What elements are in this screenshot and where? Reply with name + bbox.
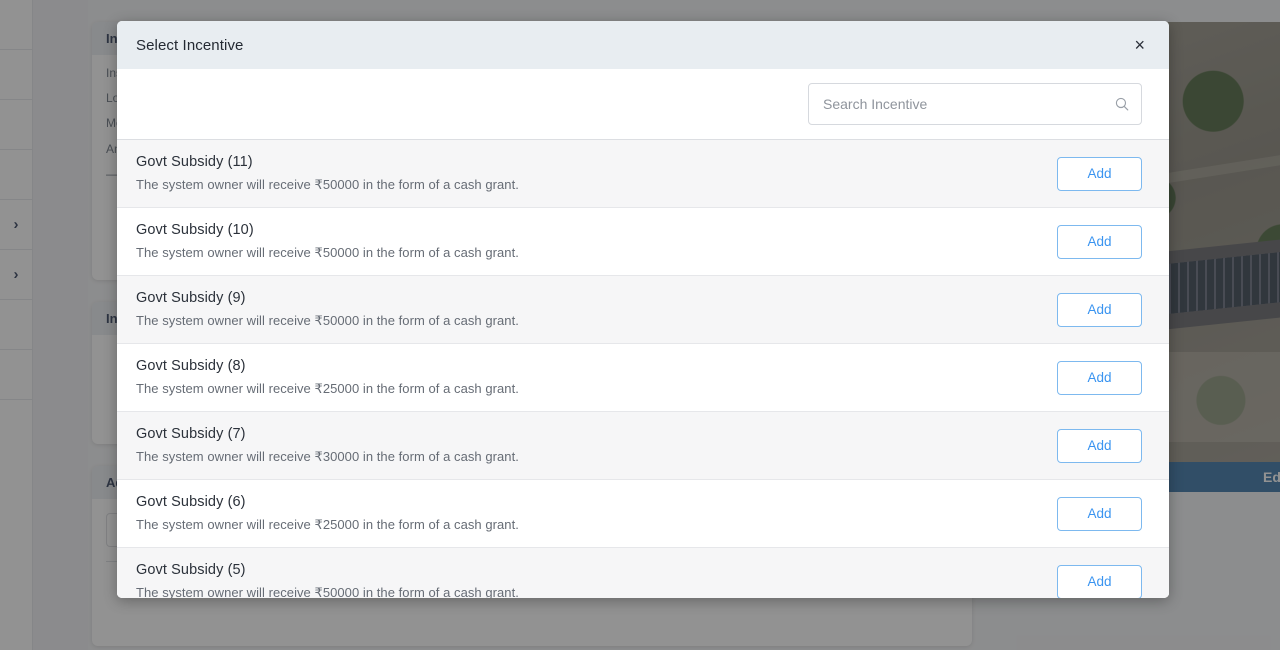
incentive-text: Govt Subsidy (5) The system owner will re… [136,562,1057,598]
incentive-text: Govt Subsidy (6) The system owner will re… [136,494,1057,533]
incentive-row[interactable]: Govt Subsidy (6) The system owner will re… [117,480,1169,548]
incentive-list: Govt Subsidy (11) The system owner will r… [117,140,1169,598]
incentive-description: The system owner will receive ₹25000 in … [136,517,519,532]
incentive-name: Govt Subsidy (6) [136,494,246,510]
incentive-text: Govt Subsidy (7) The system owner will re… [136,426,1057,465]
incentive-name: Govt Subsidy (7) [136,426,246,442]
add-incentive-button[interactable]: Add [1057,224,1142,259]
modal-search-bar [117,69,1169,140]
incentive-description: The system owner will receive ₹50000 in … [136,245,519,260]
modal-header: Select Incentive × [117,21,1169,69]
add-incentive-button[interactable]: Add [1057,564,1142,598]
incentive-row[interactable]: Govt Subsidy (8) The system owner will re… [117,344,1169,412]
add-incentive-button[interactable]: Add [1057,156,1142,191]
incentive-name: Govt Subsidy (10) [136,222,254,238]
add-incentive-button[interactable]: Add [1057,360,1142,395]
close-icon[interactable]: × [1128,32,1151,58]
search-input[interactable] [808,83,1142,125]
incentive-description: The system owner will receive ₹50000 in … [136,585,519,598]
incentive-row[interactable]: Govt Subsidy (10) The system owner will r… [117,208,1169,276]
app-root: › › Installation Details Installation Co… [0,0,1280,650]
select-incentive-modal: Select Incentive × Govt Subsidy (11) The … [117,21,1169,598]
incentive-description: The system owner will receive ₹30000 in … [136,449,519,464]
incentive-text: Govt Subsidy (9) The system owner will re… [136,290,1057,329]
modal-title: Select Incentive [136,36,244,54]
add-incentive-button[interactable]: Add [1057,428,1142,463]
search-wrapper [808,83,1142,125]
incentive-description: The system owner will receive ₹50000 in … [136,313,519,328]
incentive-description: The system owner will receive ₹50000 in … [136,177,519,192]
incentive-name: Govt Subsidy (11) [136,154,253,170]
incentive-row[interactable]: Govt Subsidy (9) The system owner will re… [117,276,1169,344]
incentive-text: Govt Subsidy (11) The system owner will r… [136,154,1057,193]
add-incentive-button[interactable]: Add [1057,496,1142,531]
add-incentive-button[interactable]: Add [1057,292,1142,327]
incentive-description: The system owner will receive ₹25000 in … [136,381,519,396]
incentive-name: Govt Subsidy (5) [136,562,246,578]
incentive-row[interactable]: Govt Subsidy (7) The system owner will re… [117,412,1169,480]
incentive-row[interactable]: Govt Subsidy (5) The system owner will re… [117,548,1169,598]
incentive-row[interactable]: Govt Subsidy (11) The system owner will r… [117,140,1169,208]
incentive-text: Govt Subsidy (8) The system owner will re… [136,358,1057,397]
incentive-text: Govt Subsidy (10) The system owner will r… [136,222,1057,261]
incentive-name: Govt Subsidy (9) [136,290,246,306]
incentive-name: Govt Subsidy (8) [136,358,246,374]
